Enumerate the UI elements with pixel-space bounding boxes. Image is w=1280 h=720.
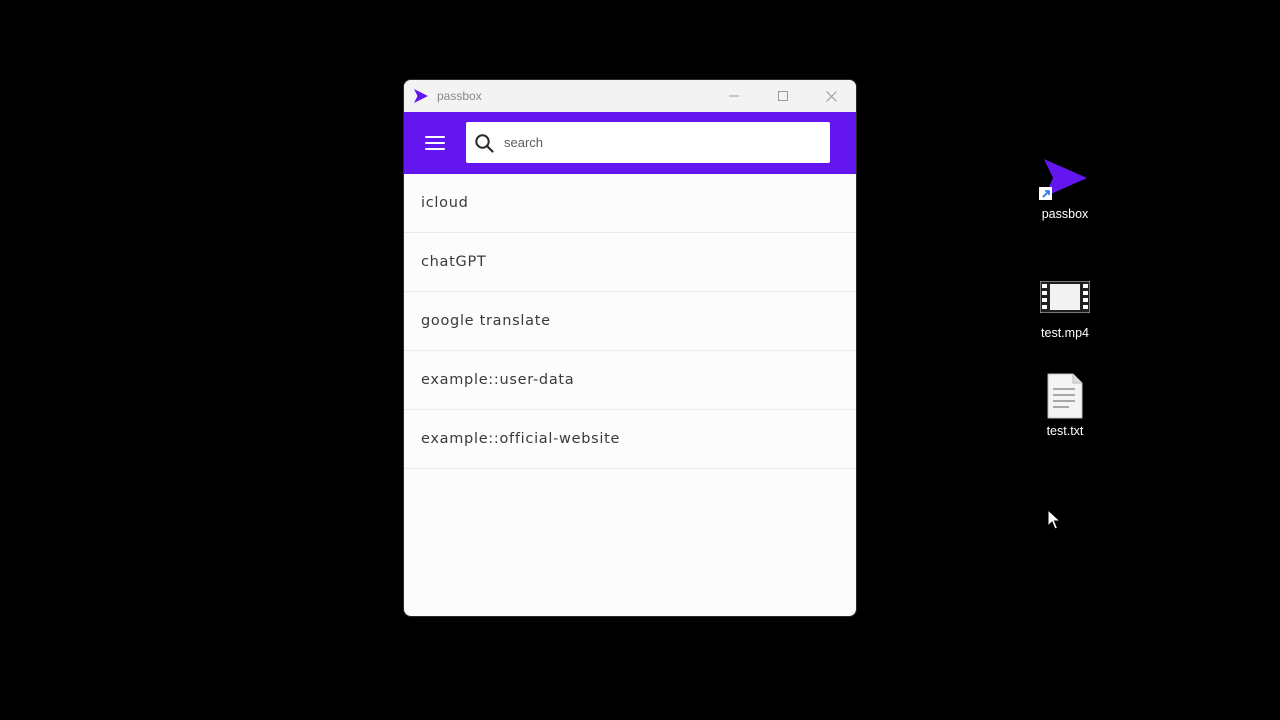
close-button[interactable] <box>807 80 856 112</box>
maximize-button[interactable] <box>758 80 807 112</box>
desktop: passbox search icloud chatGPT google tra… <box>0 0 1280 720</box>
password-entry-list: icloud chatGPT google translate example:… <box>404 174 856 469</box>
window-title: passbox <box>437 89 482 103</box>
video-file-icon <box>1039 275 1091 319</box>
desktop-icon-label: test.txt <box>1046 424 1084 438</box>
search-bar <box>466 122 830 163</box>
list-item[interactable]: chatGPT <box>404 233 856 292</box>
title-bar[interactable]: passbox <box>404 80 856 112</box>
close-icon <box>826 90 837 102</box>
entry-label: google translate <box>421 313 551 329</box>
entry-label: example::official-website <box>421 431 621 447</box>
maximize-icon <box>777 91 788 101</box>
hamburger-menu-icon[interactable] <box>425 136 445 150</box>
desktop-icon-passbox[interactable]: passbox <box>1025 156 1105 221</box>
text-file-icon <box>1039 372 1091 420</box>
entry-label: example::user-data <box>421 372 575 388</box>
list-item[interactable]: example::official-website <box>404 410 856 469</box>
passbox-shortcut-icon <box>1039 156 1091 200</box>
list-item[interactable]: google translate <box>404 292 856 351</box>
entry-label: chatGPT <box>421 254 487 270</box>
desktop-icon-label: test.mp4 <box>1041 326 1089 340</box>
shortcut-arrow-icon <box>1039 187 1052 200</box>
passbox-window: passbox search icloud chatGPT google tra… <box>404 80 856 616</box>
app-toolbar <box>404 112 856 174</box>
list-item[interactable]: example::user-data <box>404 351 856 410</box>
minimize-button[interactable] <box>709 80 758 112</box>
minimize-icon <box>728 95 739 97</box>
list-item[interactable]: icloud <box>404 174 856 233</box>
passbox-logo-icon <box>413 88 429 104</box>
search-input[interactable] <box>502 134 806 151</box>
desktop-icon-test-mp4[interactable]: test.mp4 <box>1025 275 1105 340</box>
desktop-icon-label: passbox <box>1041 207 1089 221</box>
entry-label: icloud <box>421 195 469 211</box>
desktop-icon-test-txt[interactable]: test.txt <box>1025 372 1105 438</box>
search-icon <box>474 133 494 153</box>
mouse-cursor-icon <box>1047 509 1061 530</box>
